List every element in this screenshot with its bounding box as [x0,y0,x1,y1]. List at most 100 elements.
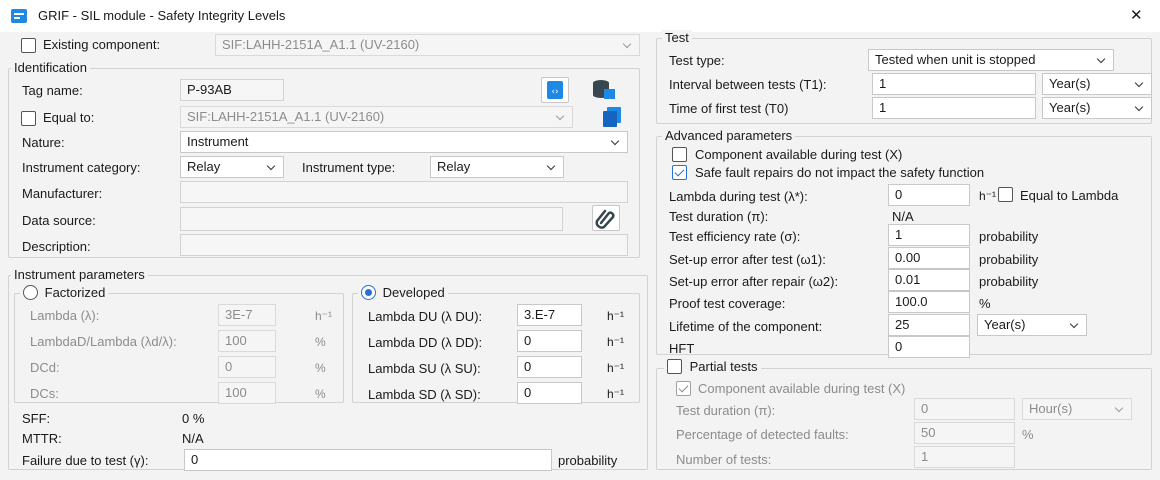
mttr-value: N/A [182,431,204,446]
lambda-su-unit: h⁻¹ [607,361,625,375]
test-type-label: Test type: [669,53,725,68]
dcs-unit: % [315,387,326,401]
lambda-during-test-field[interactable]: 0 [888,184,970,206]
nature-select[interactable]: Instrument [180,131,628,153]
first-test-field[interactable]: 1 [872,97,1036,119]
lambdad-ratio-unit: % [315,335,326,349]
hft-field[interactable]: 0 [888,336,970,358]
safe-fault-repairs-checkbox[interactable] [672,165,687,180]
instrument-type-select[interactable]: Relay [430,156,564,178]
lambda-du-label: Lambda DU (λ DU): [368,309,483,324]
partial-duration-field[interactable]: 0 [914,398,1015,420]
lambda-label: Lambda (λ): [30,308,100,323]
instrument-category-label: Instrument category: [22,160,141,175]
proof-test-coverage-unit: % [979,296,991,311]
app-icon [11,9,27,23]
existing-component-checkbox[interactable] [21,38,36,53]
lambda-su-field[interactable]: 0 [517,356,582,378]
setup-error-test-field[interactable]: 0.00 [888,247,970,269]
partial-available-checkbox[interactable] [676,381,691,396]
tag-name-label: Tag name: [22,83,83,98]
detected-faults-label: Percentage of detected faults: [676,427,849,442]
dcd-label: DCd: [30,360,60,375]
data-source-field[interactable] [180,207,563,231]
instrument-type-label: Instrument type: [302,160,396,175]
interval-unit-select[interactable]: Year(s) [1042,73,1152,95]
developed-title: Developed [382,285,445,300]
number-of-tests-field[interactable]: 1 [914,446,1015,468]
sff-label: SFF: [22,411,51,426]
database-icon[interactable] [589,77,617,103]
available-during-test-label: Component available during test (X) [695,147,903,162]
svg-text:‹›: ‹› [551,87,558,97]
instrument-category-select[interactable]: Relay [180,156,284,178]
lambdad-ratio-field[interactable]: 100 [218,330,276,352]
test-efficiency-label: Test efficiency rate (σ): [669,229,801,244]
detected-faults-field[interactable]: 50 [914,422,1015,444]
setup-error-test-label: Set-up error after test (ω1): [669,252,826,267]
paperclip-icon[interactable] [592,205,620,231]
mttr-label: MTTR: [22,431,62,446]
failure-test-label: Failure due to test (γ): [22,453,149,468]
lambda-sd-label: Lambda SD (λ SD): [368,387,481,402]
equal-to-select[interactable]: SIF:LAHH-2151A_A1.1 (UV-2160) [180,106,573,128]
factorized-radio[interactable] [23,285,38,300]
interval-field[interactable]: 1 [872,73,1036,95]
lambda-unit: h⁻¹ [315,309,333,323]
equal-to-checkbox[interactable] [21,111,36,126]
description-field[interactable] [180,234,628,256]
copy-icon[interactable] [599,104,627,130]
lambda-sd-field[interactable]: 0 [517,382,582,404]
detected-faults-unit: % [1022,427,1034,442]
manufacturer-label: Manufacturer: [22,186,103,201]
lambda-du-unit: h⁻¹ [607,309,625,323]
lambda-during-test-unit: h⁻¹ [979,189,997,203]
lambda-dd-label: Lambda DD (λ DD): [368,335,483,350]
equal-to-label: Equal to: [43,110,95,125]
partial-tests-checkbox[interactable] [667,359,682,374]
test-title: Test [662,30,692,46]
failure-test-field[interactable]: 0 [184,449,552,471]
data-source-label: Data source: [22,213,96,228]
manufacturer-field[interactable] [180,181,628,203]
lambda-dd-unit: h⁻¹ [607,335,625,349]
existing-component-label: Existing component: [43,37,161,52]
first-test-unit-select[interactable]: Year(s) [1042,97,1152,119]
test-efficiency-field[interactable]: 1 [888,224,970,246]
hft-label: HFT [669,341,695,356]
lambda-du-field[interactable]: 3.E-7 [517,304,582,326]
existing-component-select[interactable]: SIF:LAHH-2151A_A1.1 (UV-2160) [215,34,640,56]
instrument-parameters-title: Instrument parameters [11,267,148,283]
partial-duration-unit-select[interactable]: Hour(s) [1022,398,1132,420]
lifetime-label: Lifetime of the component: [669,319,823,334]
partial-duration-label: Test duration (π): [676,403,776,418]
factorized-title-wrap: Factorized [20,285,109,301]
identification-title: Identification [11,60,90,76]
advanced-parameters-title: Advanced parameters [662,128,796,144]
partial-tests-title-wrap: Partial tests [664,359,761,375]
description-label: Description: [22,239,91,254]
setup-error-repair-label: Set-up error after repair (ω2): [669,274,839,289]
developed-radio[interactable] [361,285,376,300]
setup-error-repair-unit: probability [979,274,1039,289]
close-icon[interactable]: ✕ [1130,8,1143,24]
available-during-test-checkbox[interactable] [672,147,687,162]
lambda-sd-unit: h⁻¹ [607,387,625,401]
lifetime-field[interactable]: 25 [888,314,970,336]
lambda-dd-field[interactable]: 0 [517,330,582,352]
proof-test-coverage-field[interactable]: 100.0 [888,291,970,313]
dcd-field[interactable]: 0 [218,356,276,378]
dcs-field[interactable]: 100 [218,382,276,404]
test-efficiency-unit: probability [979,229,1039,244]
tag-name-field[interactable]: P-93AB [180,79,284,101]
setup-error-repair-field[interactable]: 0.01 [888,269,970,291]
window-title: GRIF - SIL module - Safety Integrity Lev… [38,8,286,23]
lifetime-unit-select[interactable]: Year(s) [977,314,1087,336]
equal-to-lambda-checkbox[interactable] [998,187,1013,202]
proof-test-coverage-label: Proof test coverage: [669,296,786,311]
code-edit-icon[interactable]: ‹› [541,77,569,103]
test-type-select[interactable]: Tested when unit is stopped [868,49,1114,71]
partial-tests-title: Partial tests [689,359,758,374]
test-duration-value: N/A [892,209,914,224]
lambda-field[interactable]: 3E-7 [218,304,276,326]
